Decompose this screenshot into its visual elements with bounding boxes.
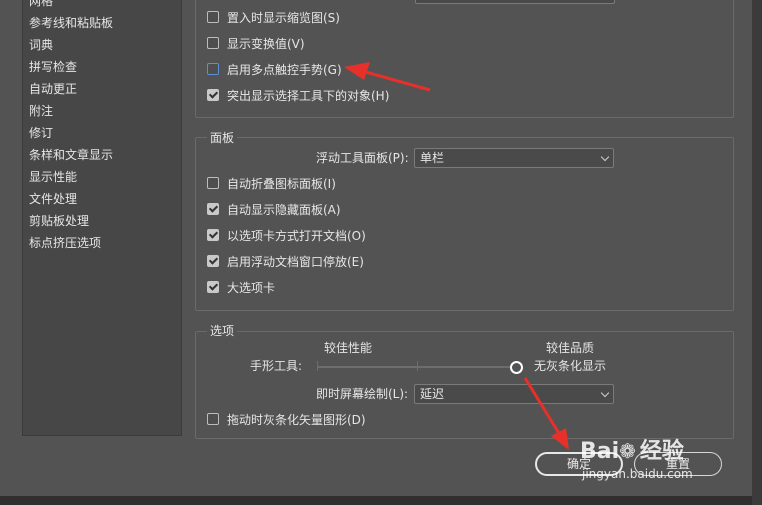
window-right-edge bbox=[752, 0, 762, 505]
baidu-jingyan-watermark: Bai❁ 经验 jingyan.baidu.com bbox=[580, 438, 693, 481]
watermark-url: jingyan.baidu.com bbox=[582, 467, 693, 481]
watermark-brand: Bai bbox=[580, 439, 620, 464]
window-bottom-edge bbox=[0, 496, 762, 505]
watermark-brand2: 经验 bbox=[639, 439, 684, 464]
paw-icon: ❁ bbox=[619, 439, 636, 463]
annotation-arrows bbox=[344, 62, 569, 450]
arrow-icon bbox=[523, 377, 569, 450]
arrow-icon bbox=[344, 62, 431, 92]
